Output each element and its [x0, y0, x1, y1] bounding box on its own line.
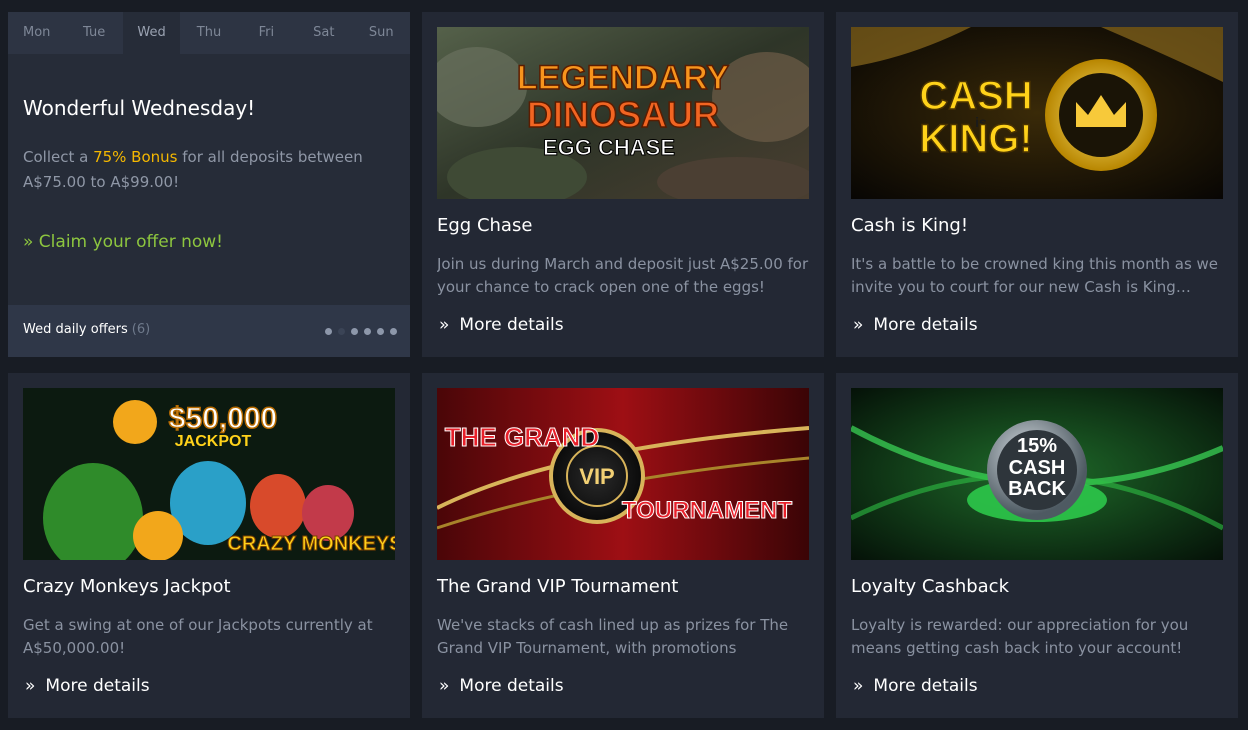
promo-card-loyalty-cashback: 15% CASH BACK Loyalty Cashback Loyalty i…	[836, 373, 1238, 718]
desc-prefix: Collect a	[23, 148, 94, 166]
more-details-label: More details	[45, 676, 150, 696]
banner-text-2: VIP	[579, 464, 614, 489]
grand-vip-banner[interactable]: THE GRAND VIP TOURNAMENT	[437, 388, 809, 560]
cash-is-king-banner[interactable]: CASH is KING!	[851, 27, 1223, 199]
tab-mon[interactable]: Mon	[8, 12, 65, 54]
promo-description: Join us during March and deposit just A$…	[437, 255, 809, 296]
loyalty-cashback-banner[interactable]: 15% CASH BACK	[851, 388, 1223, 560]
daily-offer-description: Collect a 75% Bonus for all deposits bet…	[23, 145, 383, 195]
carousel-dot[interactable]	[351, 328, 358, 335]
promo-description: We've stacks of cash lined up as prizes …	[437, 616, 789, 657]
more-details-link[interactable]: » More details	[25, 676, 150, 696]
daily-offer-footer: Wed daily offers (6)	[8, 305, 410, 357]
promo-description: It's a battle to be crowned king this mo…	[851, 255, 1219, 296]
carousel-dot[interactable]	[390, 328, 397, 335]
banner-text-1: $50,000	[169, 402, 277, 435]
promo-card-grand-vip-tournament: THE GRAND VIP TOURNAMENT The Grand VIP T…	[422, 373, 824, 718]
banner-text-3: EGG CHASE	[543, 135, 675, 160]
tab-tue[interactable]: Tue	[65, 12, 122, 54]
banner-text-2: DINOSAUR	[527, 94, 719, 135]
tab-thu[interactable]: Thu	[180, 12, 237, 54]
banner-text-3: BACK	[1008, 478, 1066, 500]
carousel-dot[interactable]	[338, 328, 345, 335]
day-tabs: Mon Tue Wed Thu Fri Sat Sun	[8, 12, 410, 54]
banner-text-1: 15%	[1017, 435, 1057, 457]
carousel-dots	[325, 328, 397, 335]
double-chevron-icon: »	[853, 315, 864, 335]
banner-text-3: TOURNAMENT	[622, 497, 793, 524]
more-details-label: More details	[459, 315, 564, 335]
bonus-highlight: 75% Bonus	[93, 148, 178, 166]
more-details-link[interactable]: » More details	[853, 315, 978, 335]
double-chevron-icon: »	[439, 315, 450, 335]
tab-fri[interactable]: Fri	[238, 12, 295, 54]
carousel-dot[interactable]	[364, 328, 371, 335]
promo-card-cash-is-king: CASH is KING! Cash is King! It's a battl…	[836, 12, 1238, 357]
carousel-dot[interactable]	[377, 328, 384, 335]
daily-offer-title: Wonderful Wednesday!	[23, 96, 256, 120]
carousel-dot[interactable]	[325, 328, 332, 335]
banner-text-3: CRAZY MONKEYS	[227, 533, 395, 555]
banner-text-1: CASH	[919, 74, 1032, 118]
more-details-link[interactable]: » More details	[853, 676, 978, 696]
tab-sat[interactable]: Sat	[295, 12, 352, 54]
footer-label-text: Wed daily offers	[23, 322, 128, 337]
banner-text-2: JACKPOT	[175, 433, 252, 450]
claim-offer-link[interactable]: » Claim your offer now!	[23, 232, 223, 252]
promo-title: Egg Chase	[437, 215, 533, 236]
double-chevron-icon: »	[439, 676, 450, 696]
promo-description: Loyalty is rewarded: our appreciation fo…	[851, 616, 1189, 657]
banner-text-2: CASH	[1009, 457, 1066, 479]
promo-title: Cash is King!	[851, 215, 969, 236]
banner-text-1: THE GRAND	[445, 422, 600, 452]
promo-card-egg-chase: LEGENDARY DINOSAUR EGG CHASE Egg Chase J…	[422, 12, 824, 357]
more-details-label: More details	[873, 676, 978, 696]
banner-text-1: LEGENDARY	[517, 59, 730, 97]
crazy-monkeys-banner[interactable]: $50,000 JACKPOT CRAZY MONKEYS	[23, 388, 395, 560]
promo-card-crazy-monkeys: $50,000 JACKPOT CRAZY MONKEYS Crazy Monk…	[8, 373, 410, 718]
banner-text-3: KING!	[919, 117, 1032, 161]
promo-description: Get a swing at one of our Jackpots curre…	[23, 616, 373, 657]
more-details-link[interactable]: » More details	[439, 676, 564, 696]
promo-title: The Grand VIP Tournament	[437, 576, 679, 597]
daily-offers-label: Wed daily offers (6)	[23, 322, 150, 337]
tab-sun[interactable]: Sun	[353, 12, 410, 54]
daily-offer-card: Mon Tue Wed Thu Fri Sat Sun Wonderful We…	[8, 12, 410, 357]
tab-wed[interactable]: Wed	[122, 12, 181, 54]
more-details-link[interactable]: » More details	[439, 315, 564, 335]
more-details-label: More details	[459, 676, 564, 696]
more-details-label: More details	[873, 315, 978, 335]
double-chevron-icon: »	[853, 676, 864, 696]
egg-chase-banner[interactable]: LEGENDARY DINOSAUR EGG CHASE	[437, 27, 809, 199]
double-chevron-icon: »	[25, 676, 36, 696]
promo-title: Loyalty Cashback	[851, 576, 1010, 597]
promo-title: Crazy Monkeys Jackpot	[23, 576, 231, 597]
offer-count: (6)	[131, 322, 151, 337]
